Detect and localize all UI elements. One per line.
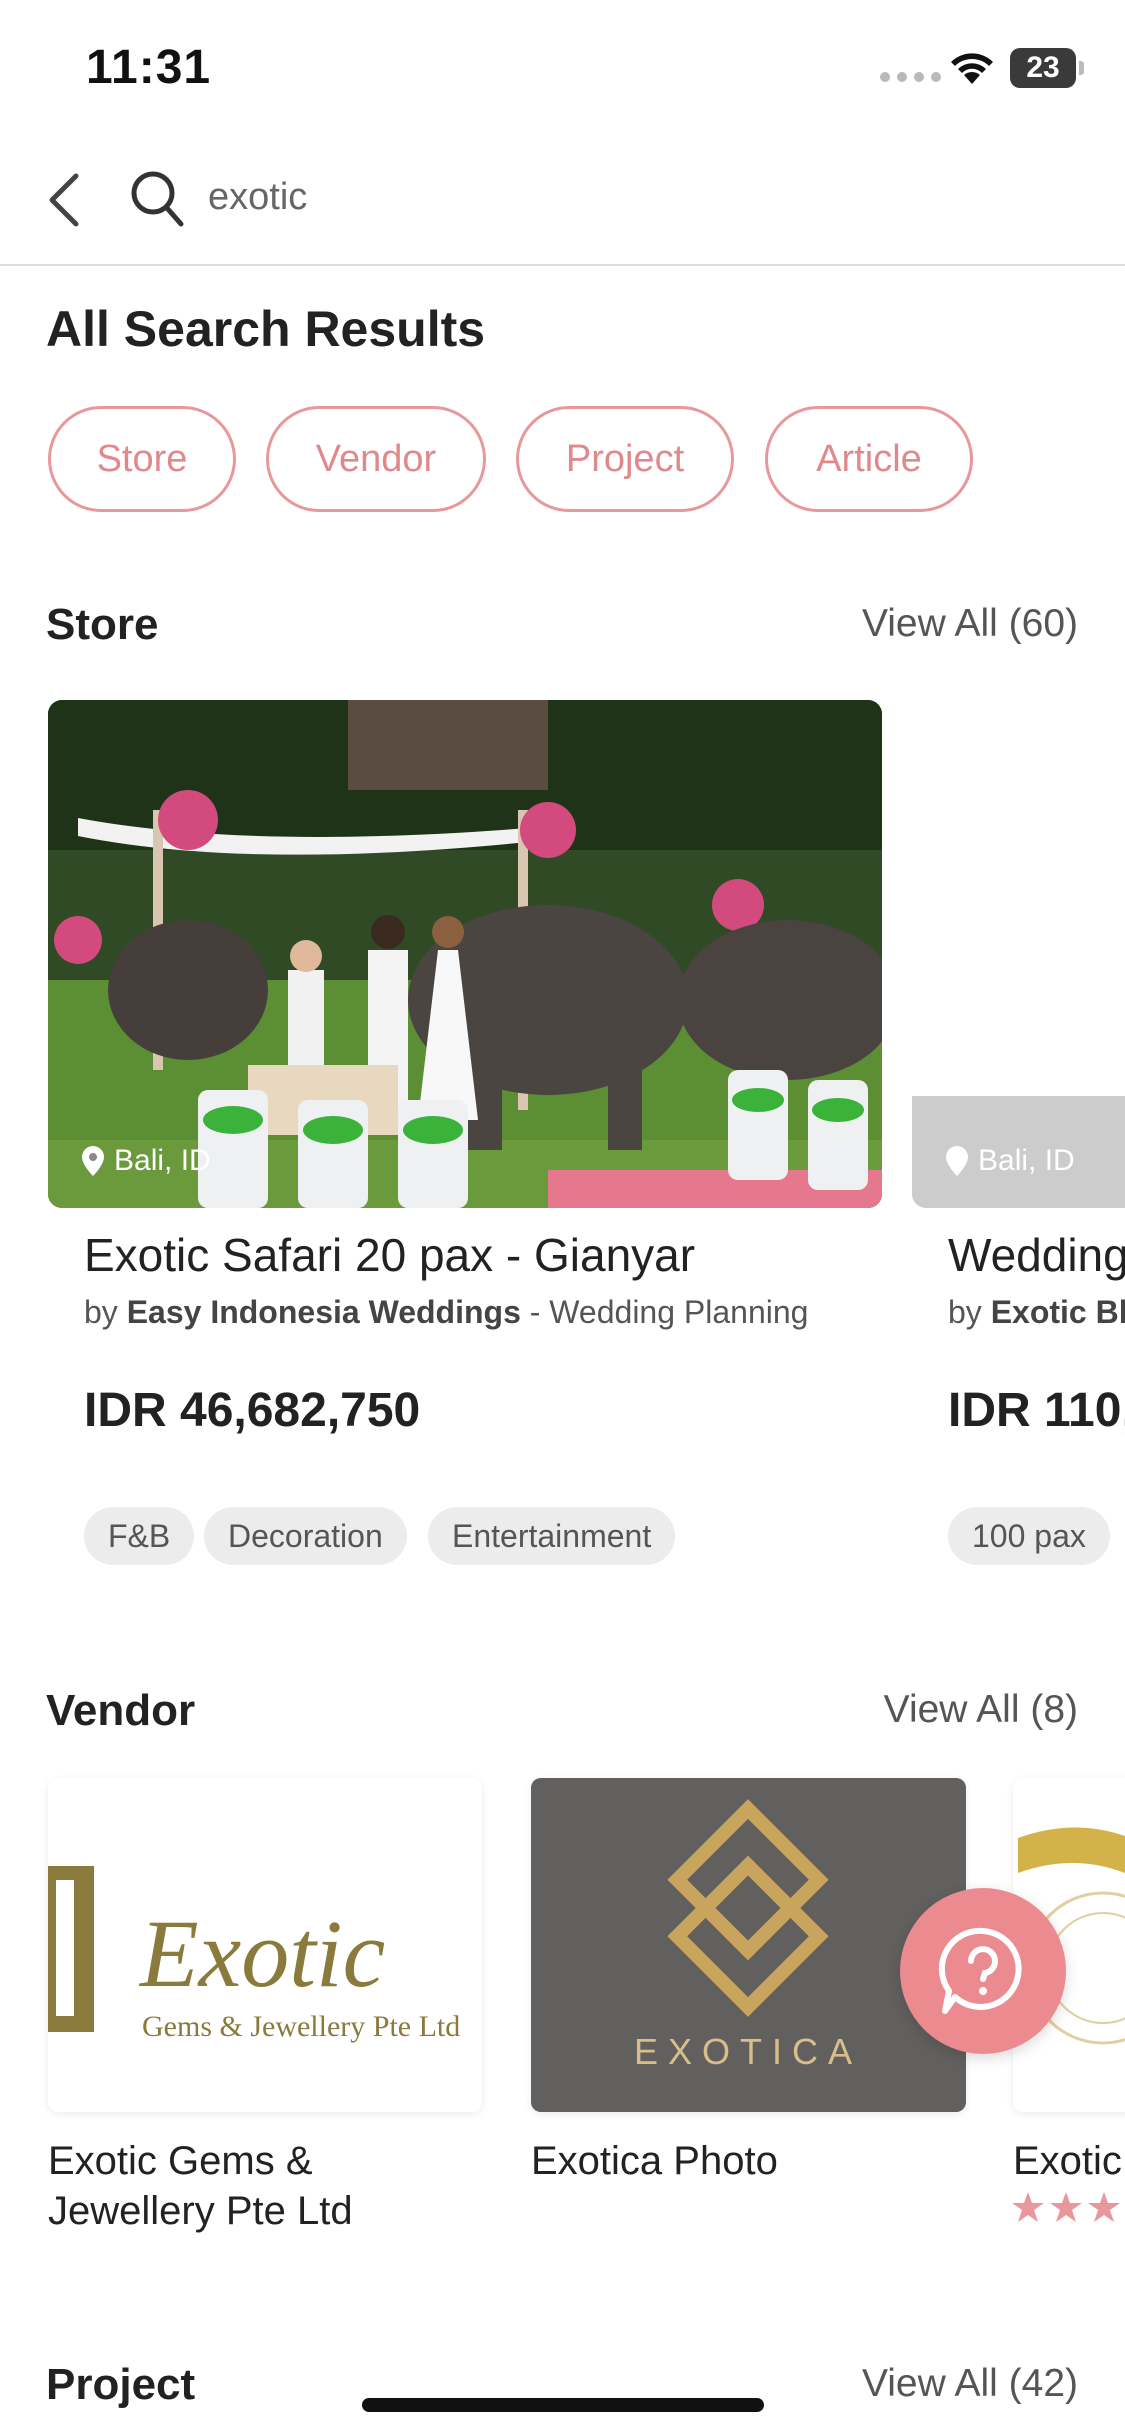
vendor-view-all-link[interactable]: View All (8): [884, 1688, 1078, 1732]
help-button[interactable]: [900, 1888, 1066, 2054]
battery-icon: 23: [1010, 48, 1084, 88]
store-card-title[interactable]: Exotic Safari 20 pax - Gianyar: [84, 1228, 695, 1282]
logo-subtext: Gems & Jewellery Pte Ltd: [142, 2010, 460, 2043]
vendor-name[interactable]: Exotic: [1013, 2136, 1122, 2186]
store-card-image[interactable]: Bali, ID: [912, 700, 1125, 1208]
filter-chip-article[interactable]: Article: [765, 406, 973, 512]
by-label: by: [84, 1294, 118, 1330]
vendor-name[interactable]: Exotic Gems & Jewellery Pte Ltd: [48, 2136, 353, 2236]
filter-chip-project[interactable]: Project: [516, 406, 734, 512]
vendor-card[interactable]: Exotic Gems & Jewellery Pte Ltd: [48, 1778, 482, 2112]
by-label: by: [948, 1294, 982, 1330]
vendor-section-title: Vendor: [46, 1686, 196, 1735]
home-indicator[interactable]: [362, 2398, 764, 2412]
logo-text: Exotic: [138, 1900, 385, 2007]
logo-text: EXOTICA: [634, 2031, 862, 2072]
store-card-category: - Wedding Planning: [529, 1294, 809, 1330]
store-card-price: IDR 46,682,750: [84, 1384, 421, 1437]
location-label: Bali, ID: [978, 1144, 1075, 1177]
store-card-vendor-line: by Exotic Bl: [948, 1294, 1125, 1331]
page-title: All Search Results: [46, 301, 486, 357]
store-section-title: Store: [46, 600, 159, 649]
location-pin-icon: [946, 1146, 968, 1176]
star-rating-icon: [1012, 2192, 1120, 2222]
vendor-rating: [1010, 2190, 1125, 2231]
help-chat-icon: [938, 1927, 1022, 2014]
chevron-left-icon: [49, 173, 79, 227]
store-card-price: IDR 110,: [948, 1384, 1125, 1437]
filter-chip-vendor[interactable]: Vendor: [266, 406, 486, 512]
store-card-vendor[interactable]: Exotic Bl: [991, 1294, 1125, 1330]
store-view-all-link[interactable]: View All (60): [862, 602, 1078, 646]
store-card-tag: F&B: [84, 1507, 195, 1565]
vendor-name[interactable]: Exotica Photo: [531, 2136, 778, 2186]
vendor-name-line: Jewellery Pte Ltd: [48, 2189, 353, 2233]
signal-icon: [880, 72, 941, 82]
exotic-gems-logo: Exotic Gems & Jewellery Pte Ltd: [48, 1778, 482, 2112]
store-card-location: Bali, ID: [946, 1144, 1075, 1178]
back-button[interactable]: [42, 168, 86, 232]
status-time: 11:31: [86, 41, 212, 94]
store-card-image[interactable]: Bali, ID: [48, 700, 882, 1208]
wedding-safari-photo: [48, 700, 882, 1208]
store-card-tag: 100 pax: [948, 1507, 1110, 1565]
project-section-title: Project: [46, 2360, 196, 2409]
store-card-location: Bali, ID: [82, 1144, 211, 1178]
exotica-logo: EXOTICA: [531, 1778, 966, 2112]
wifi-icon: [948, 48, 996, 91]
location-pin-icon: [82, 1146, 104, 1176]
store-card-vendor[interactable]: Easy Indonesia Weddings: [127, 1294, 521, 1330]
store-card-tag: Decoration: [204, 1507, 407, 1565]
search-input[interactable]: exotic: [208, 176, 307, 219]
search-icon[interactable]: [128, 168, 186, 235]
vendor-card[interactable]: EXOTICA: [531, 1778, 966, 2112]
store-card-title[interactable]: Wedding: [948, 1228, 1125, 1282]
header-divider: [0, 264, 1125, 266]
project-view-all-link[interactable]: View All (42): [862, 2362, 1078, 2406]
store-card-vendor-line: by Easy Indonesia Weddings - Wedding Pla…: [84, 1294, 808, 1331]
store-card-tag: Entertainment: [428, 1507, 676, 1565]
vendor-name-line: Exotica Photo: [531, 2139, 778, 2183]
location-label: Bali, ID: [114, 1144, 211, 1177]
vendor-name-line: Exotic Gems &: [48, 2139, 313, 2183]
filter-chip-store[interactable]: Store: [48, 406, 236, 512]
